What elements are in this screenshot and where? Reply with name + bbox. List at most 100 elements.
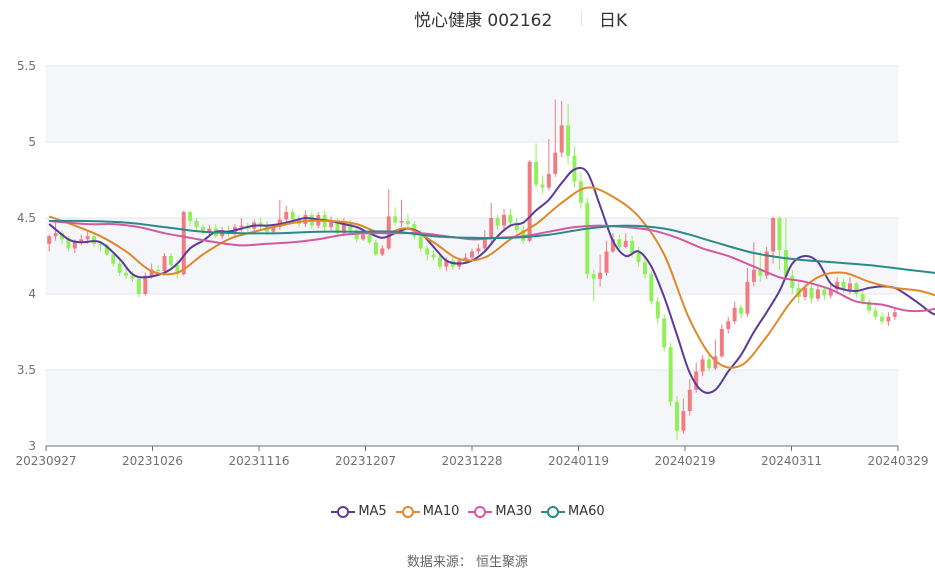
candle-body — [239, 225, 244, 228]
x-tick-label: 20231026 — [122, 454, 183, 468]
candlestick-chart: 33.544.555.5 20230927 20231026 20231116 202… — [15, 59, 935, 468]
candle-body — [393, 216, 398, 223]
candle-body — [508, 214, 513, 223]
candle-body — [662, 318, 667, 348]
chart-legend: MA5 MA10 MA30 MA60 — [0, 504, 935, 519]
candle-body — [879, 316, 884, 322]
candle-body — [860, 294, 865, 302]
candle-body — [553, 152, 558, 174]
candle-body — [739, 307, 744, 314]
x-tick-label: 20231207 — [335, 454, 396, 468]
candle-body — [873, 310, 878, 317]
legend-label: MA5 — [358, 504, 387, 519]
legend-label: MA10 — [422, 504, 460, 519]
legend-item-ma5[interactable]: MA5 — [330, 504, 387, 519]
candle-body — [92, 236, 97, 244]
candle-body — [636, 252, 641, 263]
candle-body — [162, 256, 167, 272]
candle-body — [130, 275, 135, 279]
candle-body — [303, 214, 308, 225]
candle-body — [854, 283, 859, 294]
candle-body — [476, 248, 481, 252]
candle-body — [675, 401, 679, 431]
candle-body — [181, 211, 186, 275]
legend-label: MA30 — [495, 504, 533, 519]
candle-body — [585, 202, 590, 275]
candle-body — [745, 281, 750, 314]
candle-body — [156, 269, 161, 272]
candle-body — [732, 307, 737, 322]
x-tick-label: 20230927 — [15, 454, 76, 468]
candle-body — [591, 274, 596, 279]
candle-body — [649, 274, 654, 302]
candle-body — [847, 283, 852, 290]
x-axis: 20230927 20231026 20231116 20231207 20231228… — [15, 445, 929, 468]
candle-body — [367, 234, 372, 243]
y-tick-label: 4.5 — [17, 211, 36, 225]
legend-marker-icon — [331, 505, 356, 518]
candle-body — [623, 240, 628, 247]
candle-body — [111, 254, 116, 264]
candle-body — [630, 240, 635, 253]
x-tick-label: 20240329 — [867, 454, 928, 468]
candle-body — [598, 272, 603, 279]
candle-body — [617, 239, 622, 247]
candle-body — [373, 242, 378, 255]
legend-item-ma60[interactable]: MA60 — [540, 504, 605, 519]
candle-body — [143, 275, 148, 294]
candle-body — [361, 234, 366, 240]
candle-body — [47, 236, 52, 244]
legend-item-ma10[interactable]: MA10 — [395, 504, 460, 519]
candle-body — [681, 411, 686, 431]
plot-band — [46, 66, 898, 142]
candle-body — [642, 262, 647, 275]
candle-body — [418, 236, 423, 249]
candle-body — [405, 221, 410, 225]
candle-body — [188, 211, 193, 222]
candle-body — [719, 328, 724, 357]
candle-body — [809, 287, 814, 299]
candle-body — [726, 321, 731, 329]
candle-body — [194, 221, 199, 228]
candle-body — [777, 218, 782, 250]
candle-body — [687, 389, 692, 412]
x-tick-label: 20240311 — [761, 454, 822, 468]
candle-body — [566, 125, 571, 156]
candle-body — [886, 316, 891, 322]
legend-marker-icon — [395, 505, 420, 518]
x-tick-label: 20231116 — [228, 454, 289, 468]
candle-body — [771, 218, 776, 252]
candle-body — [431, 254, 436, 258]
candle-body — [437, 257, 442, 267]
candle-body — [124, 272, 129, 276]
candle-body — [470, 251, 474, 258]
candle-body — [534, 161, 539, 185]
candle-body — [399, 221, 404, 223]
candle-body — [117, 263, 122, 273]
candle-body — [540, 184, 545, 188]
candle-body — [136, 278, 141, 294]
candle-body — [495, 218, 500, 226]
candle-body — [482, 239, 487, 249]
candle-body — [700, 359, 705, 372]
candle-body — [72, 242, 77, 249]
candle-body — [489, 218, 494, 240]
candle-body — [790, 275, 795, 288]
y-tick-label: 3 — [28, 439, 36, 453]
candle-body — [707, 359, 712, 369]
legend-item-ma30[interactable]: MA30 — [467, 504, 532, 519]
candle-body — [380, 248, 385, 255]
plot-band — [46, 370, 898, 446]
legend-marker-icon — [468, 505, 493, 518]
candle-body — [604, 251, 609, 273]
y-tick-label: 5 — [28, 135, 36, 149]
candle-body — [85, 236, 90, 240]
candle-body — [168, 256, 173, 266]
candle-body — [751, 269, 756, 282]
candle-body — [502, 214, 507, 226]
y-tick-label: 3.5 — [17, 363, 36, 377]
candle-body — [559, 125, 564, 153]
candle-body — [290, 211, 295, 220]
candle-body — [655, 301, 660, 319]
candle-body — [578, 181, 583, 203]
